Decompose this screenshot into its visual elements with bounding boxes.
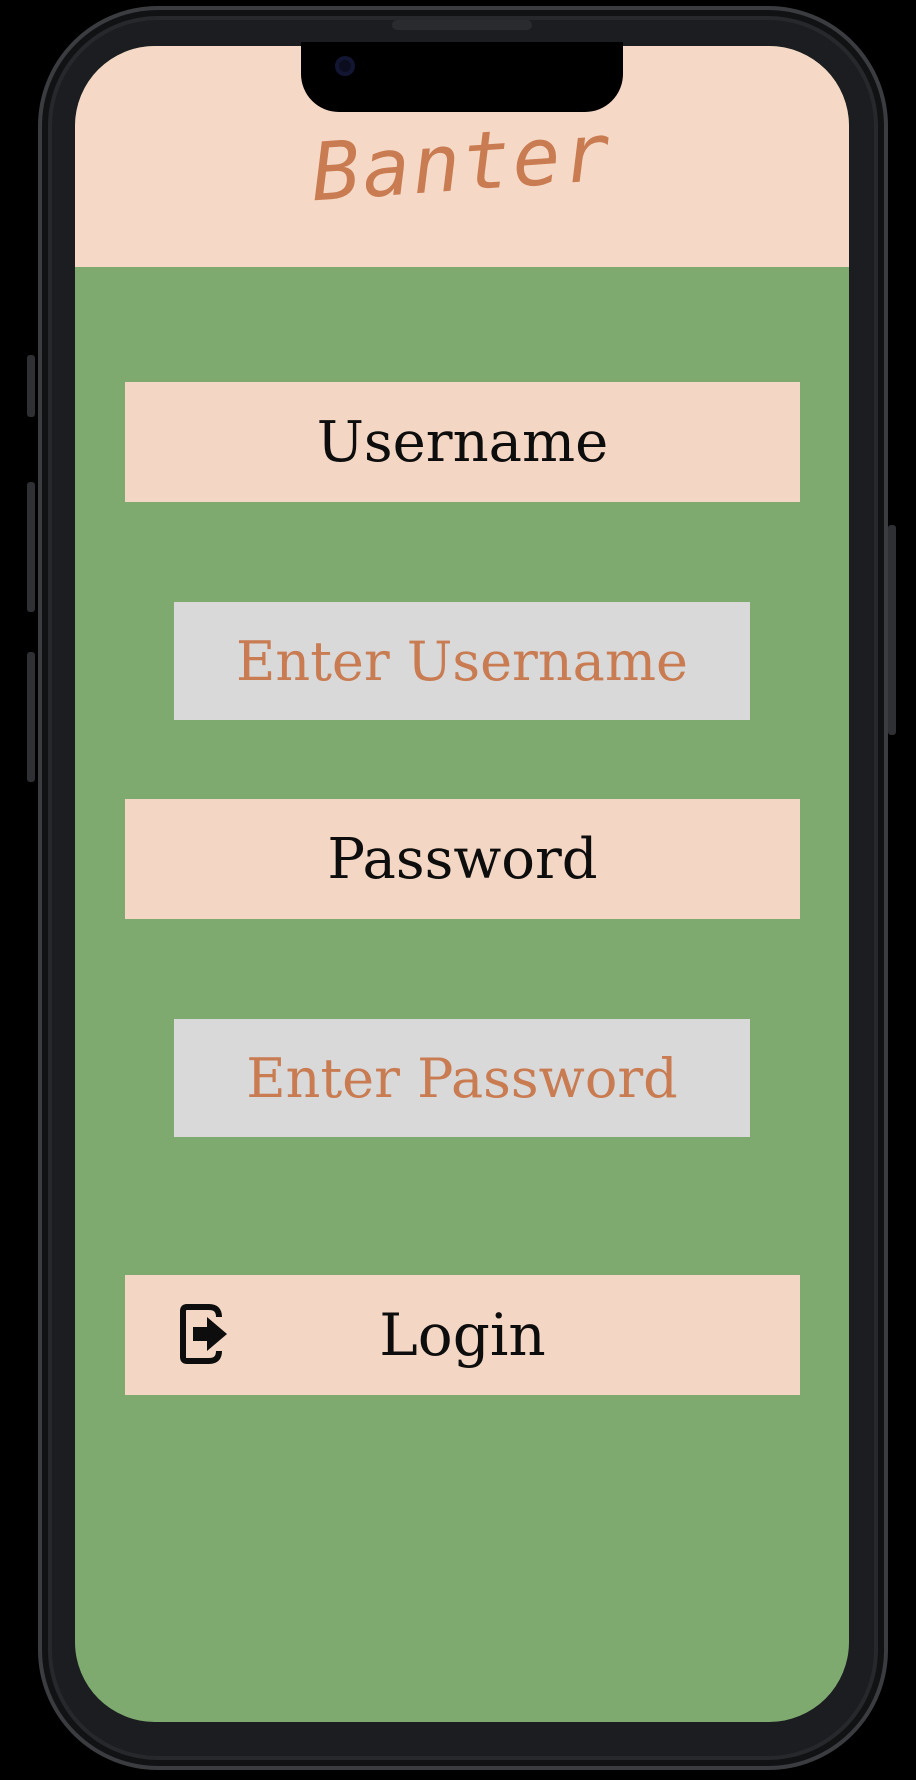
side-button-volume-down xyxy=(27,652,35,782)
password-input[interactable] xyxy=(174,1019,750,1137)
side-button-power xyxy=(888,525,896,735)
front-camera xyxy=(335,56,355,76)
app-screen: Banter Username Password Login xyxy=(75,46,849,1722)
password-label: Password xyxy=(125,799,800,919)
side-button-silent xyxy=(27,355,35,417)
username-label: Username xyxy=(125,382,800,502)
side-button-volume-up xyxy=(27,482,35,612)
login-button[interactable]: Login xyxy=(125,1275,800,1395)
login-label: Login xyxy=(379,1301,546,1369)
notch xyxy=(301,42,623,112)
speaker-grille xyxy=(392,20,532,30)
username-input[interactable] xyxy=(174,602,750,720)
login-icon xyxy=(180,1304,227,1364)
